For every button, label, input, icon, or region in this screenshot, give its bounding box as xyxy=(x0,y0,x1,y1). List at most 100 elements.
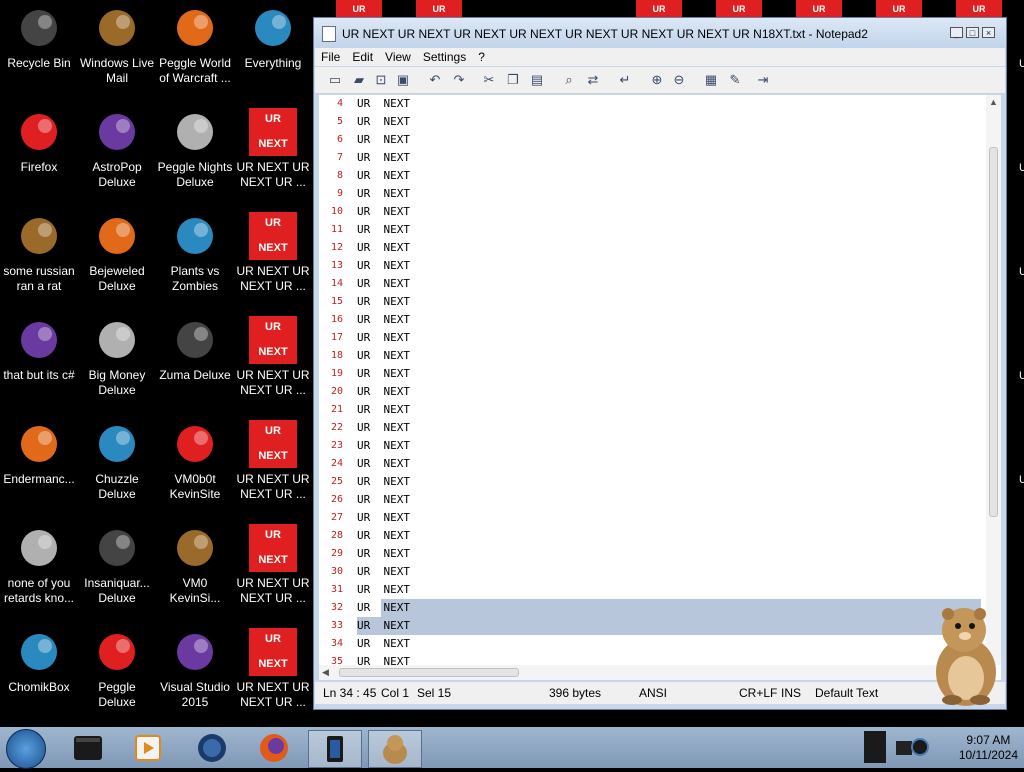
editor-line[interactable]: 21 UR NEXT xyxy=(319,401,981,419)
redo-icon[interactable]: ↷ xyxy=(451,72,467,88)
horizontal-scrollbar[interactable]: ◀ xyxy=(319,665,986,680)
copy-icon[interactable]: ❐ xyxy=(505,72,521,88)
find-icon[interactable]: ⌕ xyxy=(561,72,577,88)
editor-line[interactable]: 23 UR NEXT xyxy=(319,437,981,455)
editor-line[interactable]: 26 UR NEXT xyxy=(319,491,981,509)
zoom-out-icon[interactable]: ⊖ xyxy=(671,72,687,88)
desktop-icon[interactable]: Peggle Deluxe xyxy=(78,628,156,710)
save-icon[interactable]: ▣ xyxy=(395,72,411,88)
desktop-icon[interactable]: Recycle Bin xyxy=(0,4,78,71)
editor-line[interactable]: 33 UR NEXT xyxy=(319,617,981,635)
tray-app-icon[interactable] xyxy=(864,731,886,763)
word-wrap-icon[interactable]: ↵ xyxy=(617,72,633,88)
scroll-up-icon[interactable]: ▲ xyxy=(989,97,998,107)
desktop-icon[interactable]: Bejeweled Deluxe xyxy=(78,212,156,294)
new-file-icon[interactable]: ▭ xyxy=(327,72,343,88)
cut-icon[interactable]: ✂ xyxy=(481,72,497,88)
desktop-icon[interactable]: some russian ran a rat xyxy=(0,212,78,294)
editor-line[interactable]: 18 UR NEXT xyxy=(319,347,981,365)
editor-line[interactable]: 27 UR NEXT xyxy=(319,509,981,527)
desktop-icon[interactable]: Peggle Nights Deluxe xyxy=(156,108,234,190)
minimize-button[interactable]: _ xyxy=(950,27,963,38)
desktop-icon[interactable]: Endermanc... xyxy=(0,420,78,487)
desktop-icon[interactable]: Everything xyxy=(234,4,312,71)
editor-line[interactable]: 11 UR NEXT xyxy=(319,221,981,239)
editor-line[interactable]: 6 UR NEXT xyxy=(319,131,981,149)
desktop-icon[interactable]: Firefox xyxy=(0,108,78,175)
taskbar-media-player-icon[interactable] xyxy=(122,730,174,766)
horizontal-scroll-thumb[interactable] xyxy=(339,668,519,677)
browse-icon[interactable]: ⊡ xyxy=(373,72,389,88)
menu-settings[interactable]: Settings xyxy=(417,48,472,66)
hamster-mascot-icon[interactable] xyxy=(928,600,1004,708)
taskbar-firefox-icon[interactable] xyxy=(248,730,300,766)
desktop-icon[interactable]: UR NEXT UR NEXT UR NEXT UR ... xyxy=(234,524,312,606)
editor-line[interactable]: 9 UR NEXT xyxy=(319,185,981,203)
taskbar-notepad-icon[interactable] xyxy=(308,730,362,768)
menu-file[interactable]: File xyxy=(315,48,346,66)
desktop-icon[interactable]: VM0b0t KevinSite xyxy=(156,420,234,502)
editor-line[interactable]: 20 UR NEXT xyxy=(319,383,981,401)
desktop-icon[interactable]: ChomikBox xyxy=(0,628,78,695)
editor-line[interactable]: 12 UR NEXT xyxy=(319,239,981,257)
menu-view[interactable]: View xyxy=(379,48,417,66)
vertical-scrollbar[interactable]: ▲ xyxy=(986,95,1001,665)
editor-line[interactable]: 14 UR NEXT xyxy=(319,275,981,293)
desktop-icon[interactable]: UR NEXT UR NEXT UR NEXT UR ... xyxy=(234,212,312,294)
editor-line[interactable]: 19 UR NEXT xyxy=(319,365,981,383)
editor-line[interactable]: 29 UR NEXT xyxy=(319,545,981,563)
clock[interactable]: 9:07 AM 10/11/2024 xyxy=(959,733,1018,763)
editor-line[interactable]: 8 UR NEXT xyxy=(319,167,981,185)
desktop-icon[interactable]: UR NEXT UR NEXT UR NEXT UR ... xyxy=(234,420,312,502)
desktop-icon[interactable]: UR NEXT UR NEXT UR NEXT UR ... xyxy=(234,108,312,190)
editor-line[interactable]: 30 UR NEXT xyxy=(319,563,981,581)
desktop-icon[interactable]: Peggle World of Warcraft ... xyxy=(156,4,234,86)
paste-icon[interactable]: ▤ xyxy=(529,72,545,88)
editor-line[interactable]: 13 UR NEXT xyxy=(319,257,981,275)
editor-line[interactable]: 34 UR NEXT xyxy=(319,635,981,653)
menu-edit[interactable]: Edit xyxy=(346,48,379,66)
tray-network-icon[interactable] xyxy=(892,735,932,759)
scheme-icon[interactable]: ▦ xyxy=(703,72,719,88)
editor-line[interactable]: 24 UR NEXT xyxy=(319,455,981,473)
taskbar-terminal-icon[interactable] xyxy=(62,730,114,766)
desktop-icon[interactable]: Visual Studio 2015 xyxy=(156,628,234,710)
vertical-scroll-thumb[interactable] xyxy=(989,147,998,517)
title-bar[interactable]: UR NEXT UR NEXT UR NEXT UR NEXT UR NEXT … xyxy=(314,18,1006,48)
open-folder-icon[interactable]: ▰ xyxy=(351,72,367,88)
editor-line[interactable]: 28 UR NEXT xyxy=(319,527,981,545)
editor-line[interactable]: 5 UR NEXT xyxy=(319,113,981,131)
editor-line[interactable]: 10 UR NEXT xyxy=(319,203,981,221)
desktop-icon[interactable]: VM0 KevinSi... xyxy=(156,524,234,606)
desktop-icon[interactable]: AstroPop Deluxe xyxy=(78,108,156,190)
desktop-icon[interactable]: Big Money Deluxe xyxy=(78,316,156,398)
notepad-window[interactable]: UR NEXT UR NEXT UR NEXT UR NEXT UR NEXT … xyxy=(313,17,1007,710)
start-button[interactable] xyxy=(6,729,46,769)
editor-line[interactable]: 7 UR NEXT xyxy=(319,149,981,167)
desktop-icon[interactable]: Plants vs Zombies xyxy=(156,212,234,294)
customize-icon[interactable]: ✎ xyxy=(727,72,743,88)
editor-line[interactable]: 15 UR NEXT xyxy=(319,293,981,311)
editor-line[interactable]: 32 UR NEXT xyxy=(319,599,981,617)
exit-icon[interactable]: ⇥ xyxy=(755,72,771,88)
maximize-button[interactable]: □ xyxy=(966,27,979,38)
scroll-left-icon[interactable]: ◀ xyxy=(322,667,329,678)
text-editor[interactable]: 4 UR NEXT 5 UR NEXT 6 UR NEXT 7 UR NEXT 8 UR NEXT… xyxy=(319,95,1001,680)
undo-icon[interactable]: ↶ xyxy=(427,72,443,88)
zoom-in-icon[interactable]: ⊕ xyxy=(649,72,665,88)
close-button[interactable]: × xyxy=(982,27,995,38)
desktop-icon[interactable]: Chuzzle Deluxe xyxy=(78,420,156,502)
desktop-icon[interactable]: that but its c# xyxy=(0,316,78,383)
editor-line[interactable]: 25 UR NEXT xyxy=(319,473,981,491)
editor-line[interactable]: 17 UR NEXT xyxy=(319,329,981,347)
taskbar-globe-icon[interactable] xyxy=(186,730,238,766)
editor-line[interactable]: 22 UR NEXT xyxy=(319,419,981,437)
desktop-icon[interactable]: UR NEXT UR NEXT UR NEXT UR ... xyxy=(234,628,312,710)
editor-line[interactable]: 16 UR NEXT xyxy=(319,311,981,329)
desktop-icon[interactable]: UR NEXT UR NEXT UR NEXT UR ... xyxy=(234,316,312,398)
desktop-icon[interactable]: Windows Live Mail xyxy=(78,4,156,86)
desktop-icon[interactable]: Insaniquar... Deluxe xyxy=(78,524,156,606)
editor-line[interactable]: 4 UR NEXT xyxy=(319,95,981,113)
menu-help[interactable]: ? xyxy=(472,48,491,66)
desktop-icon[interactable]: Zuma Deluxe xyxy=(156,316,234,383)
